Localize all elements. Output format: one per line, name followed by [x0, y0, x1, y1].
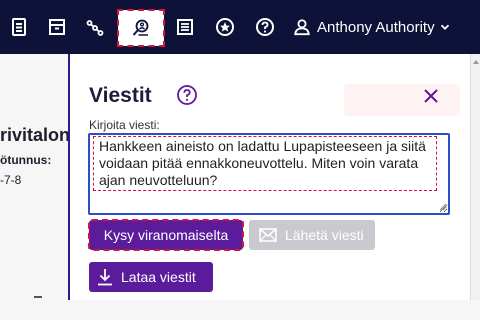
background-page	[0, 54, 68, 320]
archive-icon[interactable]	[42, 12, 72, 42]
download-icon	[98, 269, 112, 286]
message-textarea[interactable]: Hankkeen aineisto on ladattu Lupapistees…	[88, 133, 450, 215]
user-name: Anthony Authority	[317, 18, 435, 36]
help-icon[interactable]	[176, 84, 198, 106]
upload-messages-label: Lataa viestit	[121, 269, 196, 285]
project-id-value-fragment: -7-8	[0, 173, 22, 187]
envelope-icon	[259, 228, 277, 242]
divider	[34, 296, 42, 298]
resize-grip-icon[interactable]	[439, 203, 447, 211]
project-id-label-fragment: ötunnus:	[0, 153, 52, 167]
help-circle-icon[interactable]	[250, 12, 280, 42]
share-nodes-icon[interactable]	[80, 12, 110, 42]
star-circle-icon[interactable]	[210, 12, 240, 42]
page-bottom-area	[0, 300, 480, 320]
project-title-fragment: rivitalon	[0, 125, 71, 145]
close-button[interactable]	[420, 85, 442, 107]
user-menu[interactable]: Anthony Authority	[293, 12, 450, 42]
user-icon	[294, 19, 310, 36]
list-icon[interactable]	[170, 12, 200, 42]
send-message-label: Lähetä viesti	[285, 227, 364, 243]
faded-background-element	[344, 84, 460, 116]
upload-messages-button[interactable]: Lataa viestit	[89, 262, 213, 292]
top-navigation-bar: Anthony Authority	[0, 0, 480, 54]
chevron-down-icon	[440, 24, 449, 30]
search-person-icon[interactable]	[117, 9, 165, 47]
scrollbar[interactable]	[470, 54, 480, 300]
ask-authority-button[interactable]: Kysy viranomaiselta	[88, 219, 244, 251]
message-field-label: Kirjoita viesti:	[89, 118, 160, 132]
document-list-icon[interactable]	[4, 12, 34, 42]
send-message-button[interactable]: Lähetä viesti	[249, 220, 375, 250]
scroll-up-arrow-icon[interactable]	[473, 60, 479, 64]
dialog-title: Viestit	[89, 84, 152, 107]
ask-authority-label: Kysy viranomaiselta	[103, 227, 229, 243]
close-icon	[424, 89, 438, 103]
